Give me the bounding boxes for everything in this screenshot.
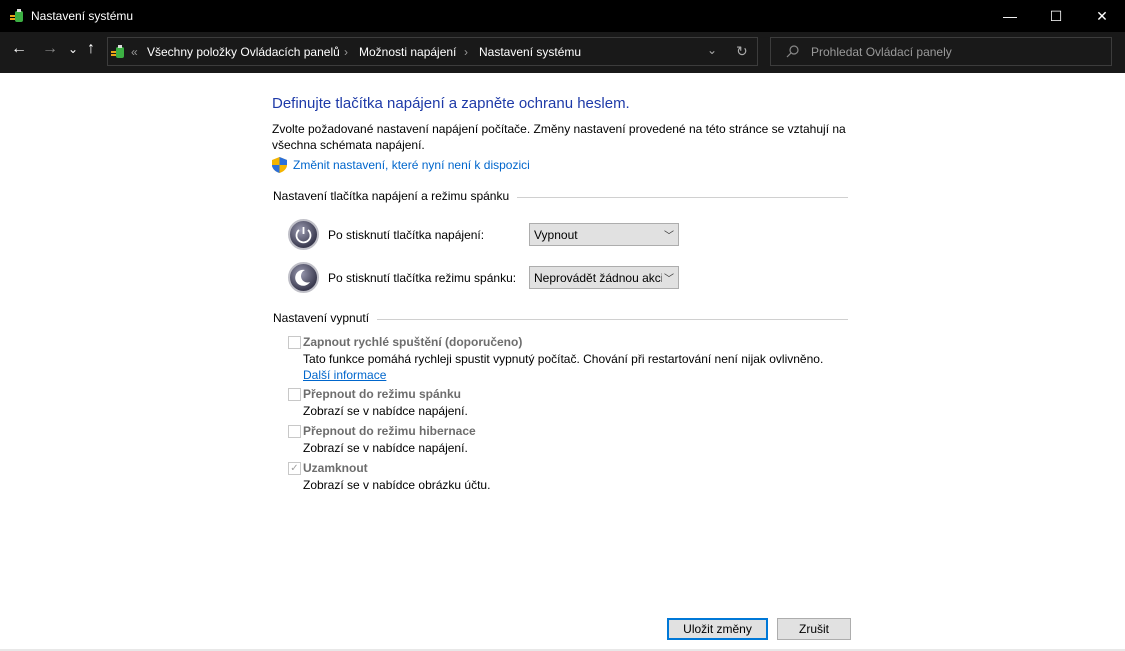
fast-startup-description: Tato funkce pomáhá rychleji spustit vypn… (303, 352, 824, 366)
page-description: Zvolte požadované nastavení napájení poč… (272, 122, 846, 152)
forward-button[interactable]: → (42, 40, 58, 58)
section-title: Nastavení vypnutí (273, 311, 378, 325)
chevron-down-icon: ﹀ (662, 270, 674, 285)
address-dropdown-icon[interactable]: ⌄ (707, 43, 717, 57)
address-bar[interactable]: « Všechny položky Ovládacích panelů › Mo… (107, 37, 758, 66)
selected-value: Vypnout (534, 228, 578, 242)
breadcrumb-item[interactable]: Možnosti napájení (359, 45, 456, 59)
power-button-label: Po stisknutí tlačítka napájení: (328, 228, 485, 242)
change-unavailable-settings-link[interactable]: Změnit nastavení, které nyní není k disp… (293, 158, 530, 172)
breadcrumb-separator-icon[interactable]: › (344, 45, 348, 59)
up-button[interactable]: ↑ (87, 40, 95, 58)
search-input[interactable]: Prohledat Ovládací panely (770, 37, 1112, 66)
minimize-button[interactable]: — (987, 0, 1033, 32)
fast-startup-checkbox[interactable] (288, 336, 301, 349)
section-header-shutdown: Nastavení vypnutí (273, 311, 848, 325)
checkmark-icon: ✓ (290, 463, 299, 474)
sleep-menu-label: Přepnout do režimu spánku (303, 387, 462, 401)
lock-checkbox[interactable]: ✓ (288, 462, 301, 475)
breadcrumb-item[interactable]: Nastavení systému (479, 45, 581, 59)
power-button-icon (288, 219, 319, 250)
chevron-down-icon: ﹀ (662, 227, 674, 242)
back-button[interactable]: ← (11, 40, 27, 58)
power-button-select[interactable]: Vypnout ﹀ (529, 223, 679, 246)
section-title: Nastavení tlačítka napájení a režimu spá… (273, 189, 518, 203)
sleep-button-setting: Po stisknutí tlačítka režimu spánku: Nep… (288, 262, 688, 294)
title-bar: Nastavení systému — ☐ ✕ (0, 0, 1125, 32)
hibernate-menu-label: Přepnout do režimu hibernace (303, 424, 476, 438)
maximize-button[interactable]: ☐ (1033, 0, 1079, 32)
sleep-menu-checkbox[interactable] (288, 388, 301, 401)
page-title: Definujte tlačítka napájení a zapněte oc… (272, 95, 630, 112)
search-icon (786, 45, 799, 58)
lock-label: Uzamknout (303, 461, 368, 475)
more-info-link[interactable]: Další informace (303, 368, 386, 382)
close-button[interactable]: ✕ (1079, 0, 1125, 32)
power-options-icon (10, 9, 23, 22)
hibernate-menu-description: Zobrazí se v nabídce napájení. (303, 441, 468, 455)
search-placeholder: Prohledat Ovládací panely (811, 45, 952, 59)
fast-startup-label: Zapnout rychlé spuštění (doporučeno) (303, 335, 523, 349)
sleep-menu-description: Zobrazí se v nabídce napájení. (303, 404, 468, 418)
selected-value: Neprovádět žádnou akci (534, 271, 664, 285)
section-header-buttons: Nastavení tlačítka napájení a režimu spá… (273, 189, 848, 203)
power-button-setting: Po stisknutí tlačítka napájení: Vypnout ﹀ (288, 219, 688, 251)
breadcrumb-separator-icon[interactable]: › (464, 45, 468, 59)
uac-shield-icon (272, 157, 287, 173)
sleep-button-label: Po stisknutí tlačítka režimu spánku: (328, 271, 517, 285)
save-button[interactable]: Uložit změny (667, 618, 768, 640)
overflow-chevron-icon[interactable]: « (131, 45, 138, 59)
breadcrumb-item[interactable]: Všechny položky Ovládacích panelů (147, 45, 340, 59)
lock-description: Zobrazí se v nabídce obrázku účtu. (303, 478, 491, 492)
cancel-button[interactable]: Zrušit (777, 618, 851, 640)
recent-locations-button[interactable]: ⌄ (68, 42, 78, 56)
sleep-button-select[interactable]: Neprovádět žádnou akci ﹀ (529, 266, 679, 289)
power-options-icon (111, 45, 124, 58)
refresh-icon[interactable]: ↻ (736, 43, 748, 60)
window-title: Nastavení systému (31, 9, 134, 23)
hibernate-menu-checkbox[interactable] (288, 425, 301, 438)
sleep-button-icon (288, 262, 319, 293)
navigation-bar: ← → ⌄ ↑ « Všechny položky Ovládacích pan… (0, 32, 1125, 73)
